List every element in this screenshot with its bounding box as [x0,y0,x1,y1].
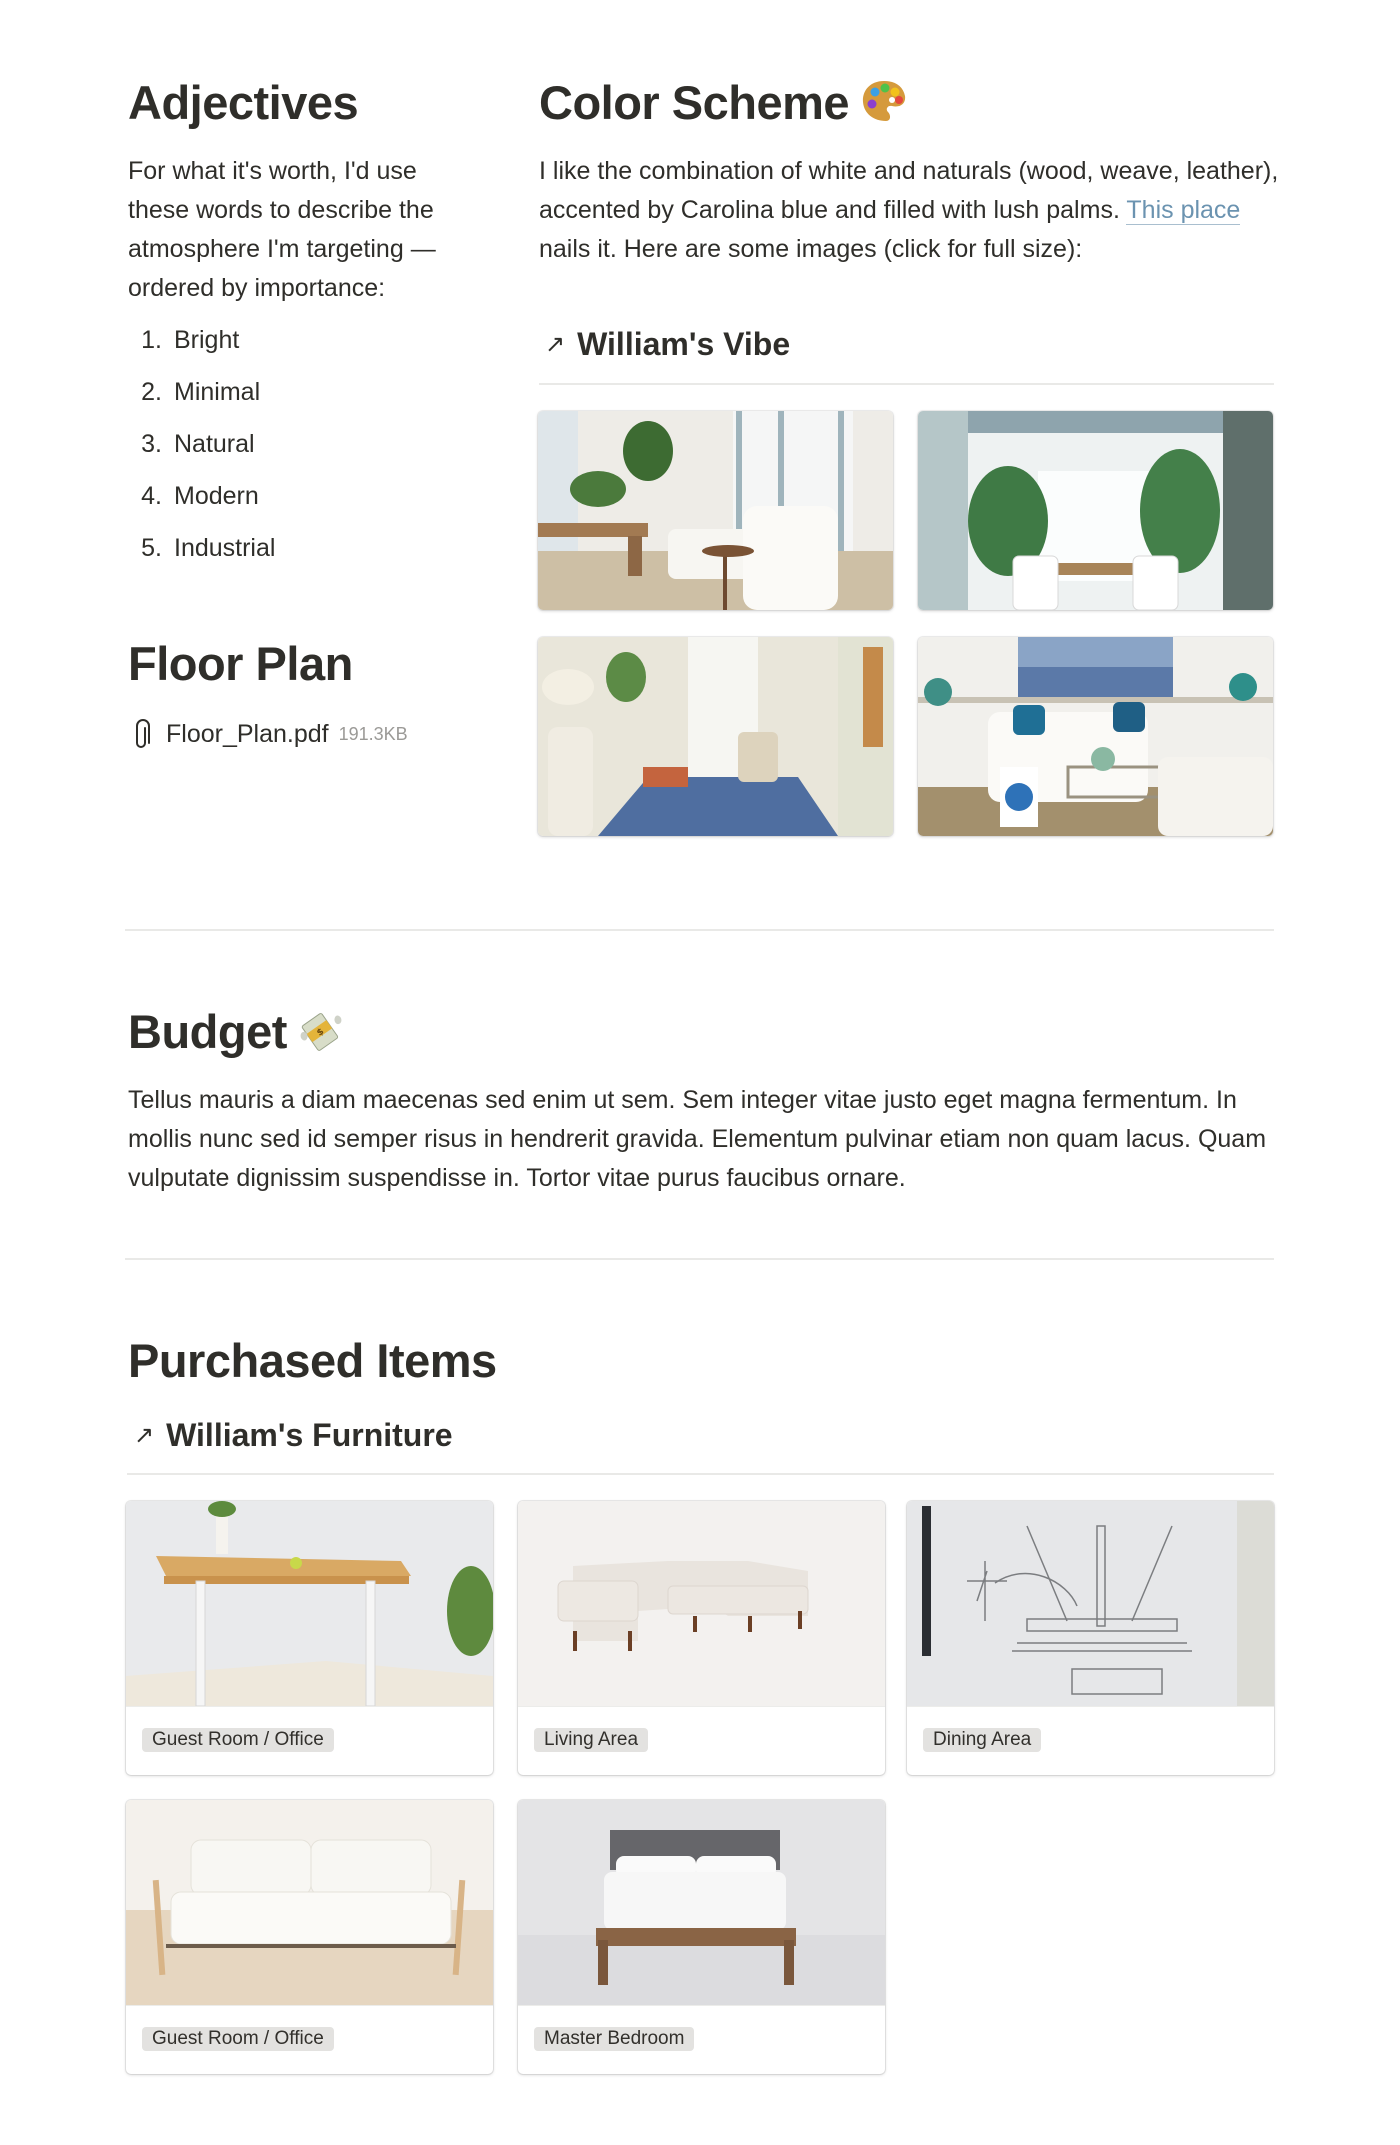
floor-plan-file[interactable]: Floor_Plan.pdf 191.3KB [132,718,408,750]
furniture-image-bed [518,1800,885,2006]
furniture-card[interactable]: Master Bedroom [518,1800,885,2074]
color-scheme-heading: Color Scheme [539,75,909,136]
section-divider [125,929,1274,931]
budget-text: Tellus mauris a diam maecenas sed enim u… [128,1086,1267,1192]
adjectives-intro: For what it's worth, I'd use these words… [128,157,436,302]
floor-plan-heading: Floor Plan [128,637,353,690]
arrow-up-right-icon: ↗ [545,331,566,358]
room-tag: Guest Room / Office [142,2027,334,2051]
gallery-image-living-room[interactable] [538,411,893,610]
section-divider [125,1258,1274,1260]
gallery-image-dining-nook[interactable] [918,411,1273,610]
room-tag: Dining Area [923,1728,1042,1752]
furniture-card[interactable]: Guest Room / Office [126,1501,493,1775]
purchased-items-heading: Purchased Items [128,1334,497,1387]
adjectives-list: 1. Bright 2. Minimal 3. Natural 4. Modern 5.… [128,314,275,574]
money-with-wings-icon: $ [297,1008,345,1064]
room-tag: Living Area [534,1728,649,1752]
budget-heading: Budget $ [128,1004,345,1064]
arrow-up-right-icon: ↗ [134,1422,155,1449]
list-item: 4. Modern [141,482,259,510]
file-size: 191.3KB [338,723,408,744]
list-item: 3. Natural [141,430,255,458]
furniture-card[interactable]: Dining Area [907,1501,1274,1775]
furniture-card[interactable]: Guest Room / Office [126,1800,493,2074]
list-item: 5. Industrial [141,534,276,562]
williams-furniture-link[interactable]: ↗ William's Furniture [128,1417,453,1454]
divider [127,1473,1274,1475]
this-place-link[interactable]: This place [1126,196,1241,225]
divider [539,383,1274,385]
williams-vibe-link[interactable]: ↗ William's Vibe [539,326,790,363]
linked-db-title: William's Vibe [577,326,791,362]
furniture-image-desk [126,1501,493,1707]
palette-icon [859,78,909,136]
furniture-image-loveseat [126,1800,493,2006]
list-item: 1. Bright [141,326,240,354]
adjectives-heading: Adjectives [128,76,359,129]
gallery-image-hallway[interactable] [538,637,893,836]
room-tag: Guest Room / Office [142,1728,334,1752]
furniture-card[interactable]: Living Area [518,1501,885,1775]
file-name: Floor_Plan.pdf [166,719,329,748]
gallery-image-coastal-living[interactable] [918,637,1273,836]
list-item: 2. Minimal [141,378,261,406]
furniture-image-sectional [518,1501,885,1707]
color-scheme-text: I like the combination of white and natu… [539,157,1279,263]
paperclip-icon [132,718,154,750]
room-tag: Master Bedroom [534,2027,695,2051]
linked-db-title: William's Furniture [166,1417,453,1453]
furniture-image-sketch [907,1501,1274,1707]
